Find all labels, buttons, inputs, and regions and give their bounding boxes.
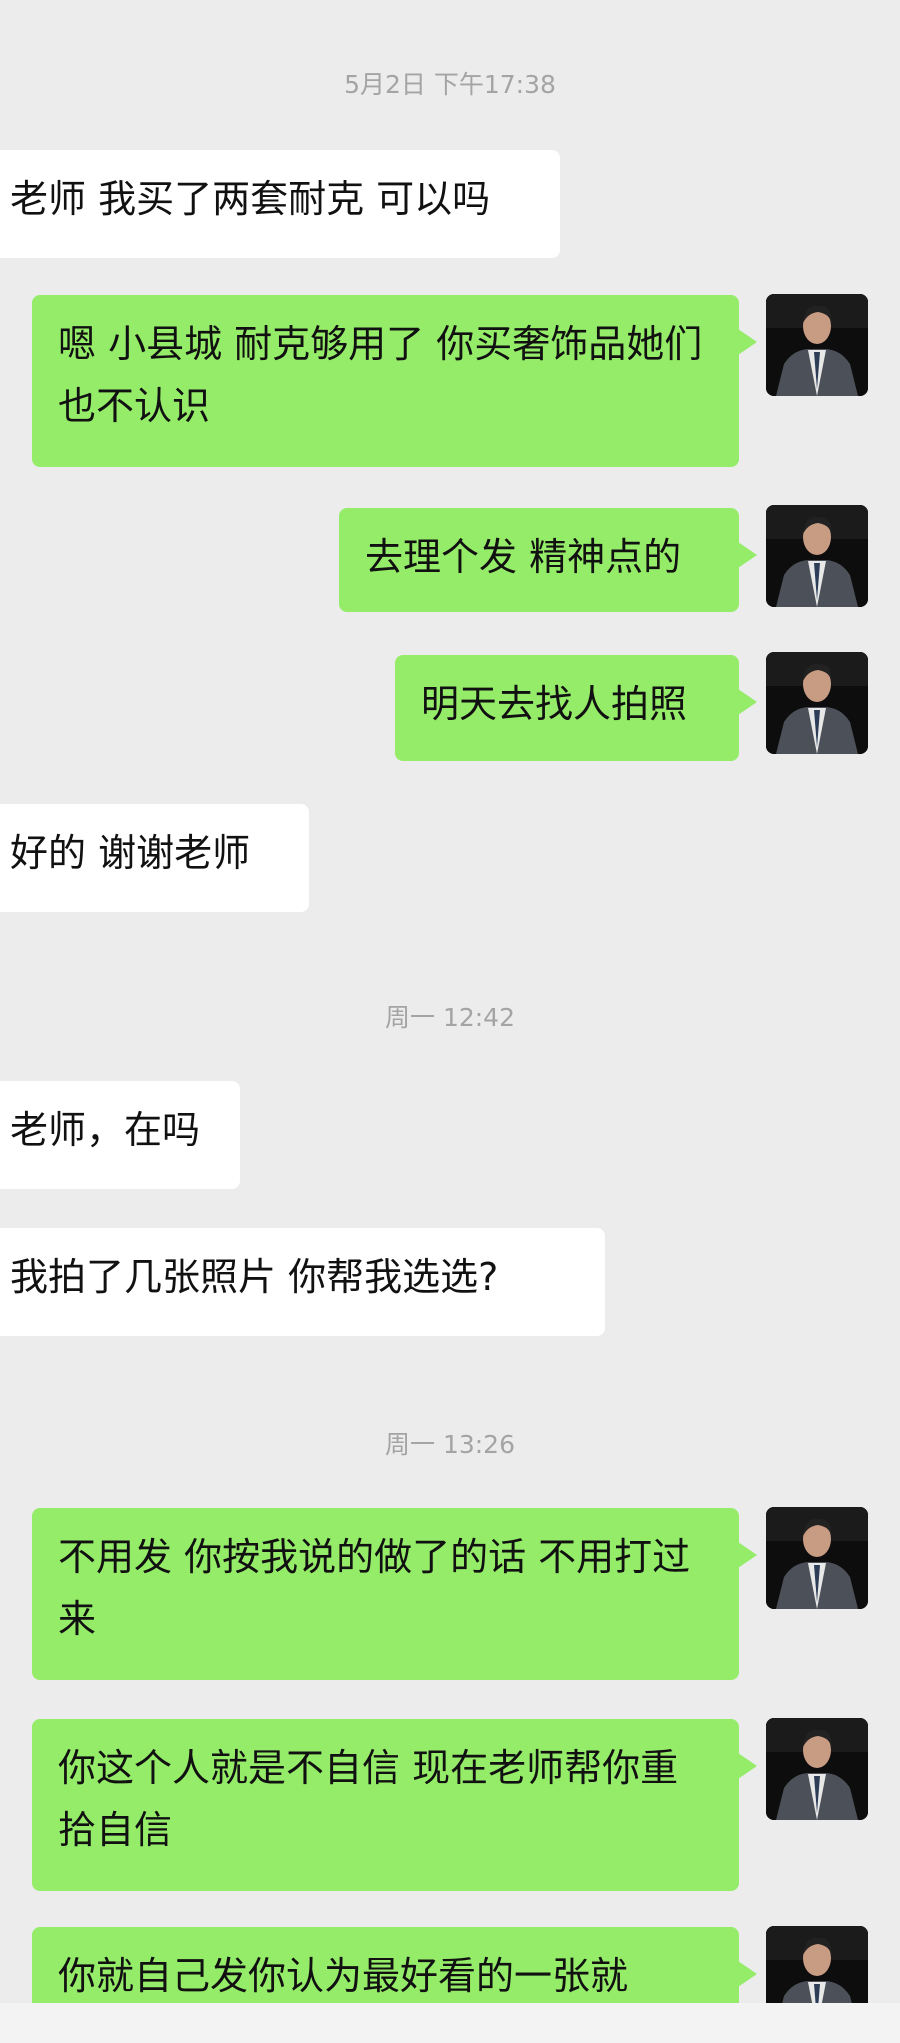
user-avatar-icon (766, 1718, 868, 1820)
message-text: 老师，在吗 (10, 1108, 201, 1152)
message-bubble-outgoing[interactable]: 嗯 小县城 耐克够用了 你买奢饰品她们也不认识 (32, 295, 757, 467)
message-bubble-outgoing[interactable]: 去理个发 精神点的 (339, 508, 757, 612)
message-text: 明天去找人拍照 (421, 682, 688, 726)
message-text: 嗯 小县城 耐克够用了 你买奢饰品她们也不认识 (58, 322, 703, 428)
message-bubble-incoming[interactable]: 好的 谢谢老师 (0, 804, 309, 912)
message-text: 去理个发 精神点的 (365, 535, 682, 579)
message-bubble-outgoing[interactable]: 不用发 你按我说的做了的话 不用打过来 (32, 1508, 757, 1680)
message-text: 好的 谢谢老师 (10, 831, 251, 875)
timestamp: 周一 12:42 (385, 1003, 515, 1032)
avatar[interactable] (766, 505, 868, 607)
message-text: 我拍了几张照片 你帮我选选? (10, 1255, 499, 1299)
message-bubble-incoming[interactable]: 老师，在吗 (0, 1081, 240, 1189)
message-bubble-incoming[interactable]: 老师 我买了两套耐克 可以吗 (0, 150, 560, 258)
chat-area[interactable]: 5月2日 下午17:38 老师 我买了两套耐克 可以吗 嗯 小县城 耐克够用了 … (0, 0, 900, 2043)
user-avatar-icon (766, 1507, 868, 1609)
avatar[interactable] (766, 1718, 868, 1820)
message-text: 老师 我买了两套耐克 可以吗 (10, 177, 491, 221)
avatar[interactable] (766, 652, 868, 754)
timestamp: 5月2日 下午17:38 (344, 70, 556, 99)
message-text: 你这个人就是不自信 现在老师帮你重拾自信 (58, 1746, 679, 1852)
avatar[interactable] (766, 294, 868, 396)
timestamp: 周一 13:26 (385, 1430, 515, 1459)
message-bubble-outgoing[interactable]: 你这个人就是不自信 现在老师帮你重拾自信 (32, 1719, 757, 1891)
message-text: 你就自己发你认为最好看的一张就 (58, 1954, 629, 1998)
message-bubble-outgoing[interactable]: 明天去找人拍照 (395, 655, 757, 761)
user-avatar-icon (766, 652, 868, 754)
user-avatar-icon (766, 294, 868, 396)
bottom-edge (0, 2003, 900, 2043)
user-avatar-icon (766, 505, 868, 607)
message-bubble-incoming[interactable]: 我拍了几张照片 你帮我选选? (0, 1228, 605, 1336)
message-text: 不用发 你按我说的做了的话 不用打过来 (58, 1535, 691, 1641)
avatar[interactable] (766, 1507, 868, 1609)
